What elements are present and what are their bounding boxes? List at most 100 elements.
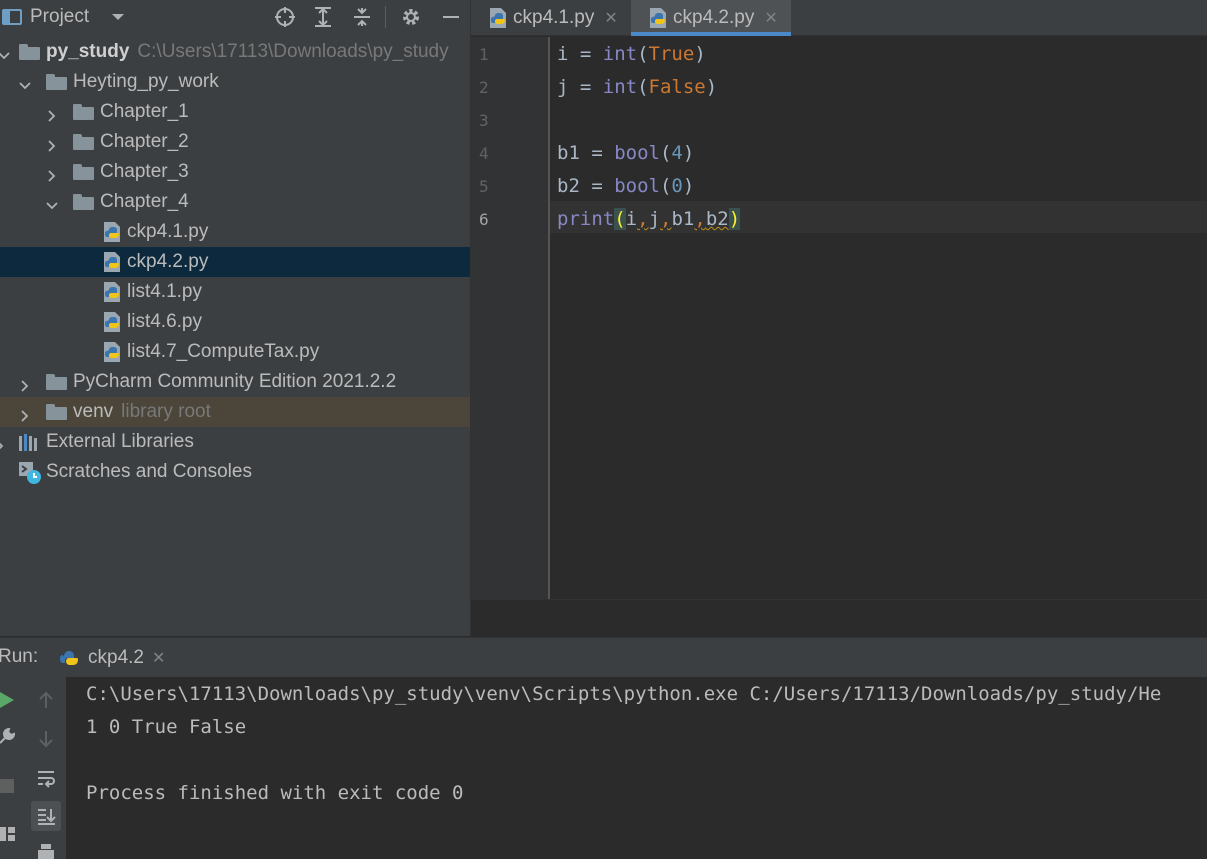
project-icon (2, 9, 22, 25)
tree-item-venv[interactable]: venv library root (0, 397, 470, 427)
tree-item-chapter-3[interactable]: Chapter_3 (0, 157, 470, 187)
code-line-2: j = int(False) (557, 76, 718, 98)
tree-item-heyting-py-work[interactable]: Heyting_py_work (0, 67, 470, 97)
python-file-icon (101, 341, 123, 363)
code-line-5: b2 = bool(0) (557, 175, 695, 197)
folder-icon (46, 74, 67, 90)
tab-ckp4-2[interactable]: ckp4.2.py ✕ (631, 0, 791, 36)
line-number: 4 (479, 144, 489, 163)
run-tab-label: ckp4.2 (88, 647, 144, 668)
tree-item-label: Chapter_3 (100, 161, 189, 182)
line-number: 6 (479, 210, 489, 229)
chevron-down-icon (111, 6, 125, 28)
project-path-hint: C:\Users\17113\Downloads\py_study (137, 41, 449, 62)
tree-item-chapter-4[interactable]: Chapter_4 (0, 187, 470, 217)
console-line: Process finished with exit code 0 (86, 782, 464, 804)
folder-icon (73, 164, 94, 180)
chevron-down-icon[interactable] (19, 76, 31, 90)
chevron-right-icon[interactable] (19, 406, 31, 422)
arrow-up-icon[interactable] (31, 685, 61, 715)
expand-all-icon[interactable] (310, 4, 336, 30)
close-icon[interactable]: ✕ (764, 8, 777, 28)
arrow-down-icon[interactable] (31, 724, 61, 754)
console-line: 1 0 True False (86, 716, 247, 738)
run-console-output[interactable]: C:\Users\17113\Downloads\py_study\venv\S… (66, 677, 1207, 859)
line-number: 5 (479, 177, 489, 196)
folder-icon (46, 404, 67, 420)
tree-item-external-libraries[interactable]: External Libraries (0, 427, 470, 457)
close-icon[interactable]: ✕ (152, 648, 165, 668)
python-file-icon (101, 221, 123, 243)
run-label: Run: (0, 646, 39, 667)
code-line-4: b1 = bool(4) (557, 142, 695, 164)
chevron-right-icon[interactable] (46, 106, 58, 122)
tab-ckp4-1[interactable]: ckp4.1.py ✕ (471, 0, 631, 36)
line-number: 3 (479, 111, 489, 130)
tab-label: ckp4.1.py (513, 7, 595, 28)
tree-item-list4-1[interactable]: list4.1.py (0, 277, 470, 307)
library-icon (18, 432, 40, 458)
wrench-icon[interactable] (0, 721, 22, 751)
tree-item-scratches-and-consoles[interactable]: Scratches and Consoles (0, 457, 470, 487)
line-number: 2 (479, 78, 489, 97)
project-tool-window: Project py_study C:\Users\17113\Downloads… (0, 0, 470, 636)
line-number-gutter: 1 2 3 4 5 6 (471, 37, 548, 599)
editor-breadcrumb-bar (471, 599, 1207, 636)
tree-item-pycharm-community[interactable]: PyCharm Community Edition 2021.2.2 (0, 367, 470, 397)
stop-icon[interactable] (0, 771, 22, 801)
print-icon[interactable] (31, 837, 61, 859)
tree-item-label: ckp4.1.py (127, 221, 209, 242)
folder-icon (73, 194, 94, 210)
python-file-icon (101, 311, 123, 333)
run-tab-ckp4-2[interactable]: ckp4.2 ✕ (52, 638, 177, 678)
python-file-icon (490, 8, 506, 28)
tree-item-ckp4-1[interactable]: ckp4.1.py (0, 217, 470, 247)
folder-icon (73, 134, 94, 150)
close-icon[interactable]: ✕ (604, 8, 617, 28)
library-root-hint: library root (121, 401, 211, 422)
tree-item-label: Chapter_1 (100, 101, 189, 122)
chevron-right-icon[interactable] (0, 436, 6, 450)
chevron-right-icon[interactable] (19, 376, 31, 392)
python-file-icon (101, 281, 123, 303)
tree-item-label: PyCharm Community Edition 2021.2.2 (73, 371, 397, 392)
locate-target-icon[interactable] (272, 4, 298, 30)
soft-wrap-icon[interactable] (31, 763, 61, 793)
hide-panel-icon[interactable] (438, 4, 464, 30)
tree-item-label: Chapter_4 (100, 191, 189, 212)
tree-item-label: ckp4.2.py (127, 251, 209, 272)
toolbar-divider (385, 6, 386, 28)
project-title: Project (30, 6, 90, 27)
tree-item-list4-6[interactable]: list4.6.py (0, 307, 470, 337)
tree-item-label: list4.6.py (127, 311, 202, 332)
python-file-icon (650, 8, 666, 28)
chevron-right-icon[interactable] (46, 166, 58, 182)
rerun-icon[interactable] (0, 685, 22, 715)
project-view-selector[interactable]: Project (0, 6, 125, 28)
scroll-to-end-icon[interactable] (31, 801, 61, 831)
tree-item-list4-7-computetax[interactable]: list4.7_ComputeTax.py (0, 337, 470, 367)
tree-item-label: list4.7_ComputeTax.py (127, 341, 320, 362)
gear-icon[interactable] (398, 4, 424, 30)
run-toolbar (0, 677, 66, 859)
tree-item-ckp4-2[interactable]: ckp4.2.py (0, 247, 470, 277)
chevron-down-icon[interactable] (46, 196, 58, 210)
line-number: 1 (479, 45, 489, 64)
layout-icon[interactable] (0, 819, 22, 849)
code-editor[interactable]: 1 2 3 4 5 6 i = int(True) j = int(False)… (471, 37, 1207, 599)
chevron-down-icon[interactable] (0, 46, 10, 60)
python-file-icon (101, 251, 123, 273)
tree-item-chapter-1[interactable]: Chapter_1 (0, 97, 470, 127)
project-toolbar: Project (0, 0, 470, 34)
chevron-right-icon[interactable] (46, 136, 58, 152)
tree-item-label: py_study C:\Users\17113\Downloads\py_stud… (46, 41, 449, 62)
code-line-1: i = int(True) (557, 43, 706, 65)
folder-icon (73, 104, 94, 120)
tree-item-label: Scratches and Consoles (46, 461, 252, 482)
run-tool-window-header: Run: ckp4.2 ✕ (0, 637, 1207, 677)
tree-item-label: list4.1.py (127, 281, 202, 302)
tree-item-chapter-2[interactable]: Chapter_2 (0, 127, 470, 157)
gutter-separator (548, 37, 550, 599)
collapse-all-icon[interactable] (349, 4, 375, 30)
tree-item-py-study[interactable]: py_study C:\Users\17113\Downloads\py_stud… (0, 37, 470, 67)
